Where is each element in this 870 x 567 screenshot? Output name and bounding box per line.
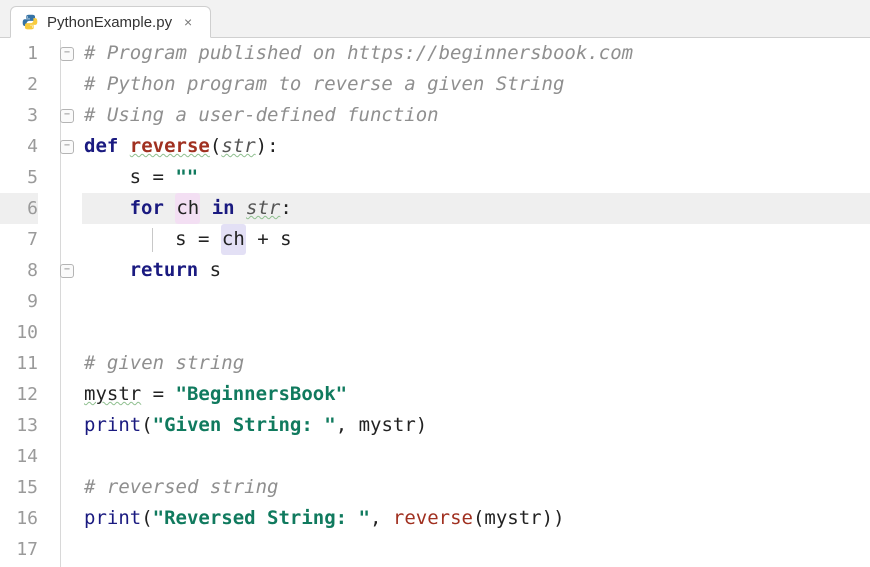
line-number: 1: [0, 38, 38, 69]
identifier: s: [175, 224, 186, 255]
string-literal: "": [175, 162, 198, 193]
operator-assign: =: [187, 224, 221, 255]
code-line[interactable]: mystr = "BeginnersBook": [82, 379, 870, 410]
line-number: 5: [0, 162, 38, 193]
string-literal: "Given String: ": [153, 410, 336, 441]
tab-label: PythonExample.py: [47, 14, 172, 31]
line-number: 14: [0, 441, 38, 472]
code-line[interactable]: s = ch + s: [82, 224, 870, 255]
line-number: 8: [0, 255, 38, 286]
operator-assign: =: [141, 379, 175, 410]
indent-guide: [152, 228, 153, 252]
line-number: 13: [0, 410, 38, 441]
identifier: ch: [221, 224, 246, 255]
code-line[interactable]: def reverse(str):: [82, 131, 870, 162]
code-line[interactable]: # reversed string: [82, 472, 870, 503]
string-literal: "Reversed String: ": [153, 503, 370, 534]
line-number-gutter: 1234567891011121314151617: [0, 38, 52, 567]
line-number: 9: [0, 286, 38, 317]
fold-cell: [60, 255, 74, 286]
function-name: reverse: [130, 131, 210, 162]
line-number: 7: [0, 224, 38, 255]
paren-close: ): [553, 503, 564, 534]
fold-toggle-icon[interactable]: [60, 109, 74, 123]
comment: # reversed string: [84, 472, 278, 503]
line-number: 10: [0, 317, 38, 348]
comma: ,: [336, 410, 359, 441]
line-number: 2: [0, 69, 38, 100]
code-area[interactable]: # Program published on https://beginners…: [82, 38, 870, 567]
line-number: 4: [0, 131, 38, 162]
paren-close: ): [256, 131, 267, 162]
colon: :: [280, 193, 291, 224]
line-number: 15: [0, 472, 38, 503]
code-line[interactable]: s = "": [82, 162, 870, 193]
line-number: 17: [0, 534, 38, 565]
keyword-in: in: [212, 193, 235, 224]
code-editor[interactable]: 1234567891011121314151617 # Program publ…: [0, 38, 870, 567]
identifier: mystr: [84, 379, 141, 410]
tab-python-example[interactable]: PythonExample.py ×: [10, 6, 211, 38]
keyword-for: for: [130, 193, 164, 224]
close-icon[interactable]: ×: [180, 14, 196, 30]
fold-cell: [60, 38, 74, 69]
code-line[interactable]: print("Given String: ", mystr): [82, 410, 870, 441]
line-number: 16: [0, 503, 38, 534]
identifier: str: [246, 193, 280, 224]
code-line[interactable]: [82, 534, 870, 565]
keyword-return: return: [130, 255, 199, 286]
colon: :: [267, 131, 278, 162]
paren-close: ): [416, 410, 427, 441]
code-line[interactable]: # Using a user-defined function: [82, 100, 870, 131]
code-line[interactable]: return s: [82, 255, 870, 286]
comment: # Program published on https://beginners…: [84, 38, 633, 69]
builtin-print: print: [84, 503, 141, 534]
code-line[interactable]: print("Reversed String: ", reverse(mystr…: [82, 503, 870, 534]
comment: # given string: [84, 348, 244, 379]
paren-open: (: [210, 131, 221, 162]
fold-toggle-icon[interactable]: [60, 264, 74, 278]
tab-strip: PythonExample.py ×: [0, 0, 870, 38]
keyword-def: def: [84, 131, 118, 162]
comma: ,: [370, 503, 393, 534]
param: str: [221, 131, 255, 162]
operator-plus: +: [246, 224, 280, 255]
fold-toggle-icon[interactable]: [60, 47, 74, 61]
paren-open: (: [141, 503, 152, 534]
paren-open: (: [141, 410, 152, 441]
identifier: ch: [175, 193, 200, 224]
fold-toggle-icon[interactable]: [60, 140, 74, 154]
comment: # Using a user-defined function: [84, 100, 439, 131]
code-line[interactable]: [82, 286, 870, 317]
identifier: s: [130, 162, 141, 193]
line-number: 6: [0, 193, 38, 224]
code-line[interactable]: # given string: [82, 348, 870, 379]
code-line[interactable]: [82, 317, 870, 348]
identifier: mystr: [484, 503, 541, 534]
code-line-current[interactable]: for ch in str:: [82, 193, 870, 224]
identifier: s: [280, 224, 291, 255]
code-line[interactable]: [82, 441, 870, 472]
comment: # Python program to reverse a given Stri…: [84, 69, 564, 100]
identifier: mystr: [359, 410, 416, 441]
paren-open: (: [473, 503, 484, 534]
operator-assign: =: [141, 162, 175, 193]
line-number: 12: [0, 379, 38, 410]
code-line[interactable]: # Program published on https://beginners…: [82, 38, 870, 69]
builtin-print: print: [84, 410, 141, 441]
paren-close: ): [542, 503, 553, 534]
fold-strip: [52, 38, 82, 567]
code-line[interactable]: # Python program to reverse a given Stri…: [82, 69, 870, 100]
line-number: 3: [0, 100, 38, 131]
line-number: 11: [0, 348, 38, 379]
python-file-icon: [21, 13, 39, 31]
function-call: reverse: [393, 503, 473, 534]
fold-cell: [60, 100, 74, 131]
string-literal: "BeginnersBook": [176, 379, 348, 410]
fold-cell: [60, 131, 74, 162]
identifier: s: [198, 255, 221, 286]
